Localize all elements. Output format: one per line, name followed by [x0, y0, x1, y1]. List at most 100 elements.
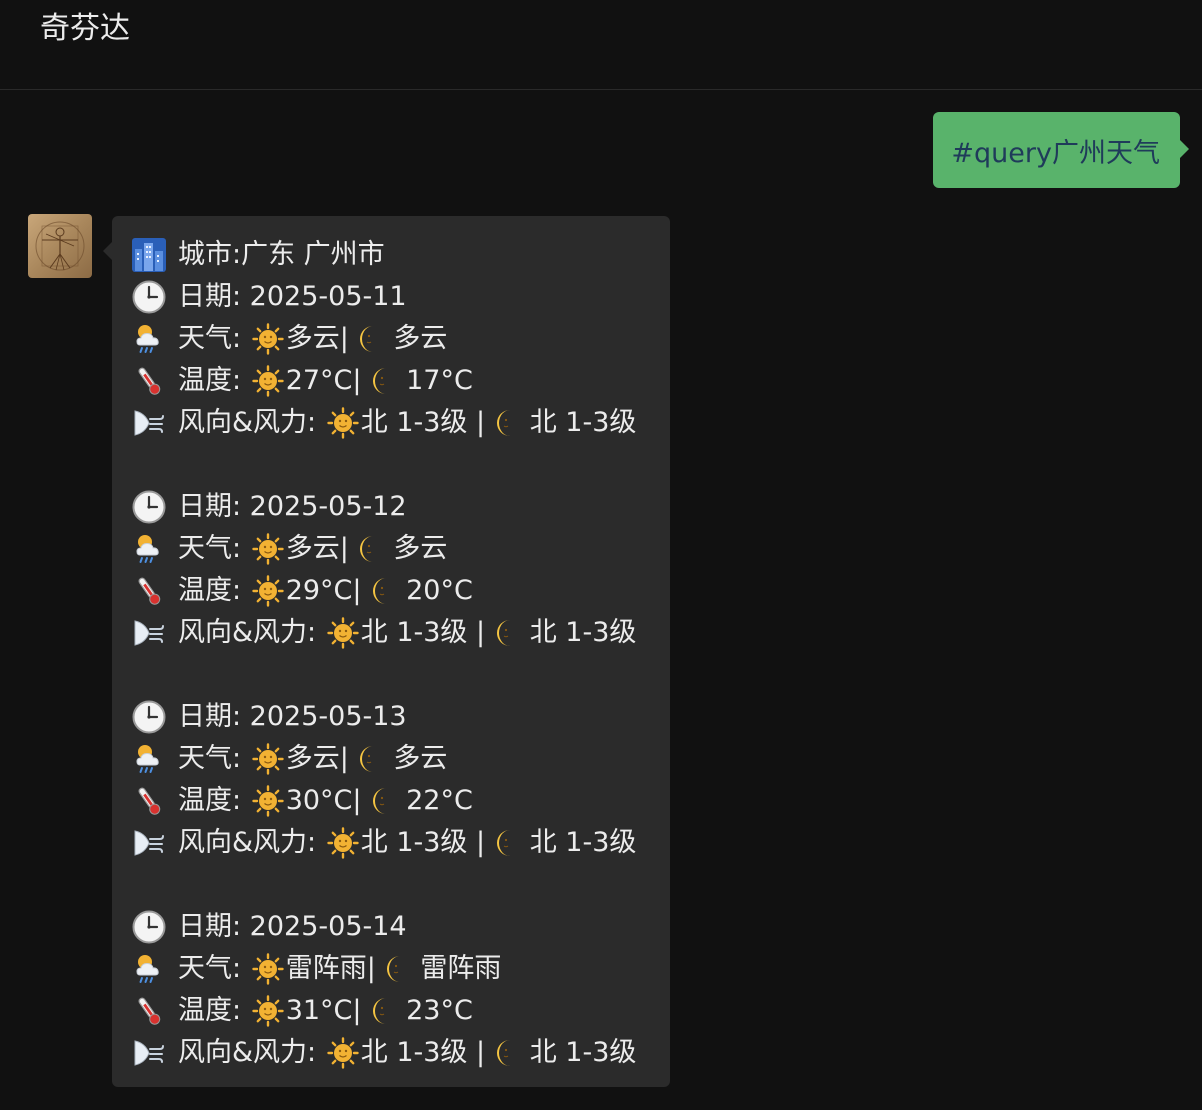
city-text: 城市:广东 广州市	[178, 239, 385, 270]
crescent-moon-face-icon	[359, 743, 391, 775]
sun-with-face-icon	[252, 365, 284, 397]
weather-day-value: 雷阵雨|	[285, 953, 376, 984]
weather-line: 天气: 多云| 多云	[131, 738, 670, 780]
date-text: 日期: 2025-05-12	[178, 491, 407, 522]
wind-day-value: 北 1-3级 |	[360, 827, 486, 858]
temperature-label: 温度:	[178, 575, 242, 606]
weather-night-value: 雷阵雨	[420, 953, 502, 984]
date-text: 日期: 2025-05-13	[178, 701, 407, 732]
wind-line: 风向&风力: 北 1-3级 | 北 1-3级	[131, 1032, 670, 1074]
sun-with-face-icon	[327, 827, 359, 859]
crescent-moon-face-icon	[372, 575, 404, 607]
weather-day-value: 多云|	[285, 533, 349, 564]
temperature-day-value: 27°C|	[285, 365, 362, 396]
wind-label: 风向&风力:	[178, 407, 317, 438]
crescent-moon-face-icon	[372, 365, 404, 397]
sun-behind-rain-cloud-icon	[131, 321, 167, 357]
crescent-moon-face-icon	[496, 407, 528, 439]
temperature-night-value: 20°C	[406, 575, 473, 606]
weather-line: 天气: 雷阵雨| 雷阵雨	[131, 948, 670, 990]
sun-with-face-icon	[327, 1037, 359, 1069]
thermometer-icon	[131, 783, 167, 819]
sun-with-face-icon	[327, 617, 359, 649]
wind-face-icon	[131, 615, 167, 651]
wind-night-value: 北 1-3级	[529, 617, 637, 648]
temperature-label: 温度:	[178, 365, 242, 396]
weather-label: 天气:	[178, 953, 242, 984]
wind-face-icon	[131, 825, 167, 861]
thermometer-icon	[131, 573, 167, 609]
sent-message-bubble[interactable]: #query广州天气	[933, 112, 1189, 188]
weather-night-value: 多云	[393, 743, 448, 774]
date-line: 日期: 2025-05-11	[131, 276, 670, 318]
crescent-moon-face-icon	[386, 953, 418, 985]
wind-label: 风向&风力:	[178, 1037, 317, 1068]
wind-line: 风向&风力: 北 1-3级 | 北 1-3级	[131, 822, 670, 864]
thermometer-icon	[131, 993, 167, 1029]
crescent-moon-face-icon	[359, 323, 391, 355]
sun-behind-rain-cloud-icon	[131, 951, 167, 987]
received-message-bubble[interactable]: 城市:广东 广州市 日期: 2025-05-11 天气: 多云| 多云 温度: …	[103, 216, 670, 1087]
wind-face-icon	[131, 405, 167, 441]
sun-with-face-icon	[252, 743, 284, 775]
wind-day-value: 北 1-3级 |	[360, 407, 486, 438]
temperature-line: 温度: 30°C| 22°C	[131, 780, 670, 822]
wind-face-icon	[131, 1035, 167, 1071]
temperature-line: 温度: 29°C| 20°C	[131, 570, 670, 612]
temperature-day-value: 30°C|	[285, 785, 362, 816]
crescent-moon-face-icon	[359, 533, 391, 565]
temperature-night-value: 17°C	[406, 365, 473, 396]
weather-day-value: 多云|	[285, 323, 349, 354]
weather-night-value: 多云	[393, 533, 448, 564]
date-text: 日期: 2025-05-14	[178, 911, 407, 942]
temperature-night-value: 23°C	[406, 995, 473, 1026]
crescent-moon-face-icon	[496, 617, 528, 649]
temperature-label: 温度:	[178, 995, 242, 1026]
weather-label: 天气:	[178, 323, 242, 354]
weather-night-value: 多云	[393, 323, 448, 354]
sun-with-face-icon	[327, 407, 359, 439]
clock-icon	[131, 909, 167, 945]
chat-title: 奇芬达	[40, 11, 130, 46]
clock-icon	[131, 699, 167, 735]
sun-behind-rain-cloud-icon	[131, 531, 167, 567]
wind-day-value: 北 1-3级 |	[360, 1037, 486, 1068]
date-line: 日期: 2025-05-13	[131, 696, 670, 738]
avatar[interactable]	[28, 214, 92, 278]
city-line: 城市:广东 广州市	[131, 234, 670, 276]
sun-with-face-icon	[252, 785, 284, 817]
temperature-day-value: 29°C|	[285, 575, 362, 606]
crescent-moon-face-icon	[372, 995, 404, 1027]
wind-night-value: 北 1-3级	[529, 827, 637, 858]
crescent-moon-face-icon	[496, 1037, 528, 1069]
sun-with-face-icon	[252, 323, 284, 355]
sun-with-face-icon	[252, 953, 284, 985]
temperature-line: 温度: 31°C| 23°C	[131, 990, 670, 1032]
temperature-night-value: 22°C	[406, 785, 473, 816]
weather-label: 天气:	[178, 533, 242, 564]
cityscape-icon	[131, 237, 167, 273]
forecast-list: 日期: 2025-05-11 天气: 多云| 多云 温度: 27°C| 17°C…	[131, 276, 670, 1074]
date-text: 日期: 2025-05-11	[178, 281, 407, 312]
wind-night-value: 北 1-3级	[529, 407, 637, 438]
sun-with-face-icon	[252, 575, 284, 607]
crescent-moon-face-icon	[372, 785, 404, 817]
temperature-line: 温度: 27°C| 17°C	[131, 360, 670, 402]
sun-behind-rain-cloud-icon	[131, 741, 167, 777]
sent-message-text: #query广州天气	[951, 137, 1160, 169]
thermometer-icon	[131, 363, 167, 399]
weather-day-value: 多云|	[285, 743, 349, 774]
sun-with-face-icon	[252, 995, 284, 1027]
wind-night-value: 北 1-3级	[529, 1037, 637, 1068]
clock-icon	[131, 279, 167, 315]
sun-with-face-icon	[252, 533, 284, 565]
weather-line: 天气: 多云| 多云	[131, 318, 670, 360]
wind-label: 风向&风力:	[178, 617, 317, 648]
temperature-day-value: 31°C|	[285, 995, 362, 1026]
clock-icon	[131, 489, 167, 525]
wind-line: 风向&风力: 北 1-3级 | 北 1-3级	[131, 402, 670, 444]
chat-header: 奇芬达	[0, 0, 1202, 90]
temperature-label: 温度:	[178, 785, 242, 816]
